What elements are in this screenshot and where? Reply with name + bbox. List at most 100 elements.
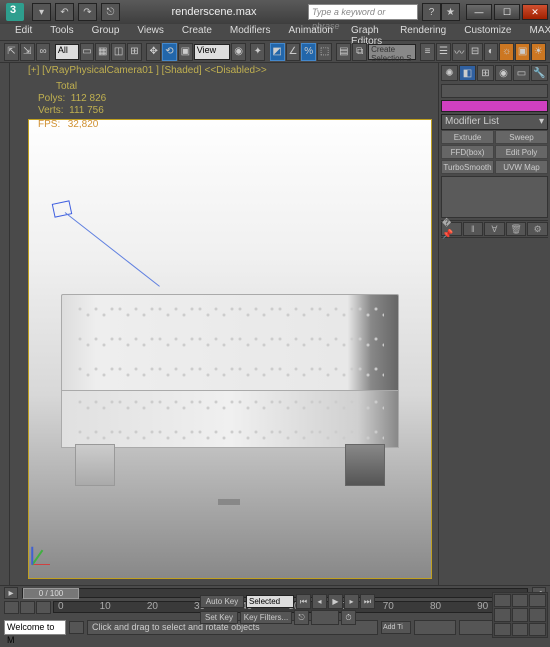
close-button[interactable]: ✕ — [522, 4, 548, 20]
track-icon-3[interactable] — [36, 601, 51, 614]
layers-icon[interactable]: ☰ — [436, 43, 451, 61]
motion-tab-icon[interactable]: ◉ — [495, 65, 512, 81]
named-sel-icon[interactable]: ▤ — [336, 43, 351, 61]
app-icon[interactable] — [6, 3, 24, 21]
mod-btn-sweep[interactable]: Sweep — [495, 130, 548, 144]
pivot-icon[interactable]: ◉ — [231, 43, 246, 61]
goto-end-icon[interactable]: ⏭ — [360, 594, 375, 609]
key-filters-button[interactable]: Key Filters... — [240, 611, 292, 624]
material-editor-icon[interactable]: ◐ — [484, 43, 499, 61]
viewport-label[interactable]: [+] [VRayPhysicalCamera01 ] [Shaded] <<D… — [28, 65, 267, 76]
autokey-button[interactable]: Auto Key — [200, 595, 244, 608]
align-icon[interactable]: ≡ — [420, 43, 435, 61]
manipulate-icon[interactable]: ✦ — [250, 43, 265, 61]
object-color-swatch[interactable] — [441, 100, 548, 112]
zoom-extents-icon[interactable] — [529, 608, 546, 621]
qat-new-icon[interactable]: ▾ — [32, 3, 51, 21]
zoom-all-icon[interactable] — [494, 608, 511, 621]
goto-start-icon[interactable]: ⏮ — [296, 594, 311, 609]
display-tab-icon[interactable]: ▭ — [513, 65, 530, 81]
fov-icon[interactable] — [512, 608, 529, 621]
qat-redo-icon[interactable]: ↷ — [78, 3, 97, 21]
key-mode-toggle-icon[interactable]: ⎋ — [294, 610, 309, 625]
walk-icon[interactable] — [512, 594, 529, 607]
time-config-icon[interactable]: ⏱ — [341, 610, 356, 625]
angle-snap-icon[interactable]: ∠ — [286, 43, 301, 61]
object-name-field[interactable] — [441, 84, 548, 98]
hierarchy-tab-icon[interactable]: ⊞ — [477, 65, 494, 81]
next-frame-icon[interactable]: ▸ — [344, 594, 359, 609]
percent-snap-icon[interactable]: % — [301, 43, 316, 61]
mod-btn-editpoly[interactable]: Edit Poly — [495, 145, 548, 159]
help-search-input[interactable]: Type a keyword or phrase — [308, 4, 418, 20]
render-icon[interactable]: ☀ — [531, 43, 546, 61]
menu-maxscript[interactable]: MAXScript — [520, 24, 550, 40]
menu-modifiers[interactable]: Modifiers — [221, 24, 280, 40]
modifier-stack[interactable] — [441, 176, 548, 218]
timeline-toggle-icon[interactable]: ▸ — [4, 587, 18, 599]
coord-x-field[interactable] — [414, 620, 456, 635]
prev-frame-icon[interactable]: ◂ — [312, 594, 327, 609]
menu-views[interactable]: Views — [128, 24, 173, 40]
bind-icon[interactable]: ∞ — [36, 43, 51, 61]
menu-customize[interactable]: Customize — [455, 24, 520, 40]
pin-stack-icon[interactable]: �📌 — [441, 222, 462, 236]
maximize-viewport-icon[interactable] — [512, 623, 529, 636]
pan-view-icon[interactable] — [529, 623, 546, 636]
signin-icon[interactable]: ★ — [441, 3, 460, 21]
menu-group[interactable]: Group — [83, 24, 129, 40]
zoom-icon[interactable] — [529, 594, 546, 607]
viewport-canvas[interactable] — [28, 119, 432, 579]
mod-btn-uvwmap[interactable]: UVW Map — [495, 160, 548, 174]
add-time-tag-icon[interactable]: Add Ti — [381, 621, 411, 634]
qat-undo-icon[interactable]: ↶ — [55, 3, 74, 21]
schematic-icon[interactable]: ⊟ — [468, 43, 483, 61]
select-icon[interactable]: ▭ — [80, 43, 95, 61]
snap-toggle-icon[interactable]: ◩ — [270, 43, 285, 61]
modifier-list-dropdown[interactable]: Modifier List▾ — [441, 114, 548, 130]
create-tab-icon[interactable]: ✺ — [441, 65, 458, 81]
ref-coord-combo[interactable]: View — [194, 44, 230, 60]
scale-icon[interactable]: ▣ — [178, 43, 193, 61]
unlink-icon[interactable]: ⇲ — [20, 43, 35, 61]
menu-grapheditors[interactable]: Graph Editors — [342, 24, 391, 40]
show-end-result-icon[interactable]: ‖ — [463, 222, 484, 236]
track-icon-2[interactable] — [20, 601, 35, 614]
selection-filter-combo[interactable]: All — [55, 44, 79, 60]
qat-link-icon[interactable]: ⎋ — [101, 3, 120, 21]
minimize-button[interactable]: — — [466, 4, 492, 20]
menu-animation[interactable]: Animation — [279, 24, 341, 40]
select-link-icon[interactable]: ⇱ — [4, 43, 19, 61]
maxscript-listener[interactable]: Welcome to M — [4, 620, 66, 635]
mod-btn-ffdbox[interactable]: FFD(box) — [441, 145, 494, 159]
pan-icon[interactable] — [494, 594, 511, 607]
select-region-icon[interactable]: ◫ — [111, 43, 126, 61]
key-mode-select[interactable]: Selected — [246, 595, 294, 608]
play-icon[interactable]: ▶ — [328, 594, 343, 609]
menu-create[interactable]: Create — [173, 24, 221, 40]
mirror-icon[interactable]: ⧉ — [352, 43, 367, 61]
utilities-tab-icon[interactable]: 🔧 — [531, 65, 548, 81]
infocenter-icon[interactable]: ? — [422, 3, 441, 21]
maximize-button[interactable]: ☐ — [494, 4, 520, 20]
menu-edit[interactable]: Edit — [6, 24, 41, 40]
move-icon[interactable]: ✥ — [146, 43, 161, 61]
mod-btn-turbosmooth[interactable]: TurboSmooth — [441, 160, 494, 174]
curve-editor-icon[interactable]: 〰 — [452, 43, 467, 61]
scene-object-block[interactable] — [218, 499, 240, 505]
configure-sets-icon[interactable]: ⚙ — [527, 222, 548, 236]
scene-object-sofa[interactable] — [61, 294, 399, 486]
spinner-snap-icon[interactable]: ⬚ — [317, 43, 332, 61]
select-name-icon[interactable]: ▦ — [95, 43, 110, 61]
current-frame-field[interactable] — [311, 610, 339, 625]
rotate-icon[interactable]: ⟲ — [162, 43, 177, 61]
orbit-icon[interactable] — [494, 623, 511, 636]
window-crossing-icon[interactable]: ⊞ — [127, 43, 142, 61]
time-slider-thumb[interactable]: 0 / 100 — [23, 588, 79, 599]
mod-btn-extrude[interactable]: Extrude — [441, 130, 494, 144]
lock-selection-icon[interactable] — [69, 621, 84, 634]
render-setup-icon[interactable]: ☼ — [499, 43, 514, 61]
remove-mod-icon[interactable]: 🗑 — [506, 222, 527, 236]
menu-rendering[interactable]: Rendering — [391, 24, 455, 40]
render-frame-icon[interactable]: ▣ — [515, 43, 530, 61]
